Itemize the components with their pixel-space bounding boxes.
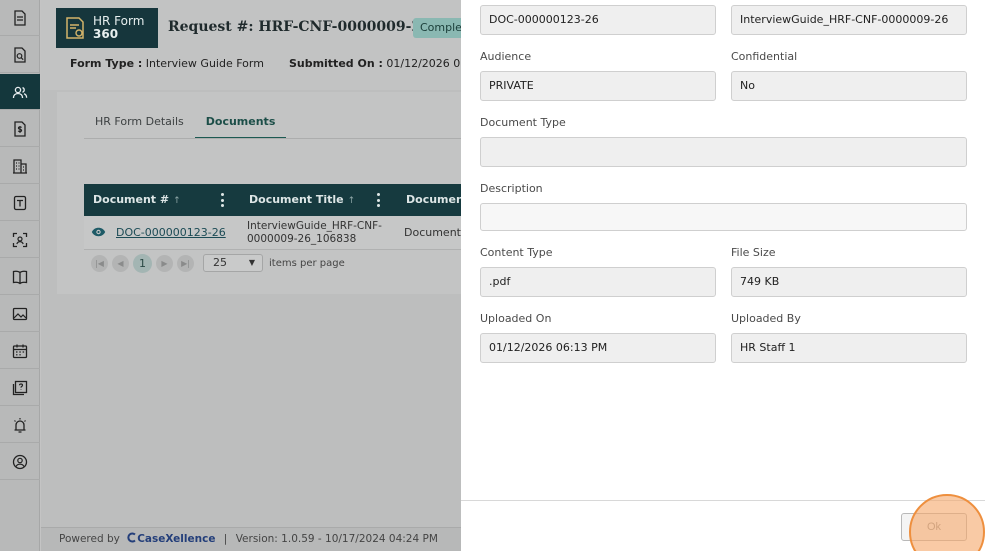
column-label: Document #: [93, 193, 170, 206]
document-title-field[interactable]: InterviewGuide_HRF-CNF-0000009-26: [731, 5, 967, 35]
document-type-cell: Document: [404, 226, 461, 239]
hr-form-logo-icon: [66, 17, 84, 39]
page-number[interactable]: 1: [133, 253, 152, 273]
footer: Powered by CaseXellence | Version: 1.0.5…: [41, 527, 461, 551]
next-page-icon[interactable]: ▶: [156, 254, 173, 272]
form-type-value: Interview Guide Form: [145, 57, 264, 70]
help-document-icon: [12, 380, 28, 395]
column-menu-icon[interactable]: [220, 193, 224, 207]
sort-arrow-icon: ↑: [173, 196, 181, 206]
document-icon: [14, 9, 26, 26]
nav-alerts[interactable]: [0, 407, 40, 443]
form-icon: [13, 195, 27, 210]
version-text: Version: 1.0.59 - 10/17/2024 04:24 PM: [235, 533, 438, 545]
file-size-label: File Size: [731, 246, 776, 259]
details-card: HR Form Details Documents Document # ↑ Do…: [57, 92, 469, 294]
tab-bar: HR Form Details Documents: [84, 113, 287, 139]
user-circle-icon: [12, 454, 28, 469]
request-meta: Form Type : Interview Guide Form Submitt…: [70, 57, 505, 70]
document-number-field[interactable]: DOC-000000123-26: [480, 5, 716, 35]
uploaded-by-field[interactable]: HR Staff 1: [731, 333, 967, 363]
image-icon: [12, 307, 28, 320]
table-row: DOC-000000123-26 InterviewGuide_HRF-CNF-…: [84, 216, 461, 250]
nav-payroll[interactable]: [0, 111, 40, 147]
search-document-icon: [14, 46, 26, 63]
tab-divider: [84, 138, 461, 139]
uploaded-on-field[interactable]: 01/12/2026 06:13 PM: [480, 333, 716, 363]
nav-forms[interactable]: [0, 185, 40, 221]
powered-by-label: Powered by: [59, 533, 120, 545]
building-icon: [13, 158, 27, 174]
nav-guide[interactable]: [0, 259, 40, 295]
document-type-field[interactable]: [480, 137, 967, 167]
chevron-down-icon: ▼: [248, 258, 255, 267]
alarm-icon: [14, 417, 26, 433]
content-type-label: Content Type: [480, 246, 553, 259]
nav-search-documents[interactable]: [0, 37, 40, 73]
page-size-value: 25: [213, 256, 227, 269]
documents-grid-header: Document # ↑ Document Title ↑ Document: [84, 184, 469, 216]
book-icon: [12, 270, 28, 284]
first-page-icon[interactable]: |◀: [91, 254, 108, 272]
nav-calendar[interactable]: [0, 333, 40, 369]
nav-organization[interactable]: [0, 148, 40, 184]
column-header-document-type[interactable]: Document: [406, 184, 469, 216]
description-field[interactable]: [480, 203, 967, 231]
sort-arrow-icon: ↑: [347, 196, 356, 206]
page-size-select[interactable]: 25 ▼: [203, 254, 263, 272]
form-type-label: Form Type :: [70, 57, 143, 70]
submitted-on-label: Submitted On :: [288, 57, 383, 70]
nav-gallery[interactable]: [0, 296, 40, 332]
content-type-field[interactable]: .pdf: [480, 267, 716, 297]
nav-profile[interactable]: [0, 444, 40, 480]
logo-line2: 360: [93, 27, 119, 41]
footer-separator: |: [223, 533, 228, 545]
app-logo: HR Form 360: [56, 8, 158, 48]
document-details-panel: DOC-000000123-26 InterviewGuide_HRF-CNF-…: [461, 0, 985, 551]
ok-button[interactable]: Ok: [901, 513, 967, 541]
nav-documents[interactable]: [0, 0, 40, 36]
uploaded-by-label: Uploaded By: [731, 312, 801, 325]
request-title: Request #: HRF-CNF-0000009-26: [168, 19, 431, 35]
panel-footer: Ok: [461, 494, 985, 551]
document-type-label: Document Type: [480, 116, 566, 129]
calendar-icon: [12, 344, 28, 358]
casexellence-logo-icon: [127, 532, 136, 543]
document-title-cell: InterviewGuide_HRF-CNF-0000009-26_106838: [247, 220, 382, 245]
audience-field[interactable]: PRIVATE: [480, 71, 716, 101]
confidential-label: Confidential: [731, 50, 798, 63]
scan-icon: [12, 232, 28, 247]
audience-label: Audience: [480, 50, 532, 63]
brand-name: CaseXellence: [137, 533, 216, 545]
sidebar: [0, 0, 40, 551]
description-label: Description: [480, 182, 543, 195]
uploaded-on-label: Uploaded On: [480, 312, 552, 325]
column-menu-icon[interactable]: [376, 193, 380, 207]
pager: |◀ ◀ 1 ▶ ▶| 25 ▼ items per page: [84, 252, 461, 274]
confidential-field[interactable]: No: [731, 71, 967, 101]
document-number-link[interactable]: DOC-000000123-26: [116, 226, 226, 239]
prev-page-icon[interactable]: ◀: [112, 254, 129, 272]
column-header-document-number[interactable]: Document # ↑: [93, 184, 181, 216]
nav-help[interactable]: [0, 370, 40, 406]
nav-users[interactable]: [0, 74, 40, 110]
column-label: Document Title: [249, 193, 344, 206]
tab-documents[interactable]: Documents: [194, 113, 287, 139]
tab-hr-form-details[interactable]: HR Form Details: [84, 113, 195, 139]
file-size-field[interactable]: 749 KB: [731, 267, 967, 297]
nav-scan[interactable]: [0, 222, 40, 258]
view-eye-icon[interactable]: [91, 227, 106, 237]
last-page-icon[interactable]: ▶|: [177, 254, 194, 272]
column-header-document-title[interactable]: Document Title ↑: [249, 184, 355, 216]
items-per-page-label: items per page: [269, 257, 345, 269]
main-content: HR Form 360 Request #: HRF-CNF-0000009-2…: [41, 0, 505, 551]
users-icon: [12, 86, 28, 98]
request-header: HR Form 360 Request #: HRF-CNF-0000009-2…: [41, 0, 505, 90]
dollar-document-icon: [14, 120, 26, 137]
